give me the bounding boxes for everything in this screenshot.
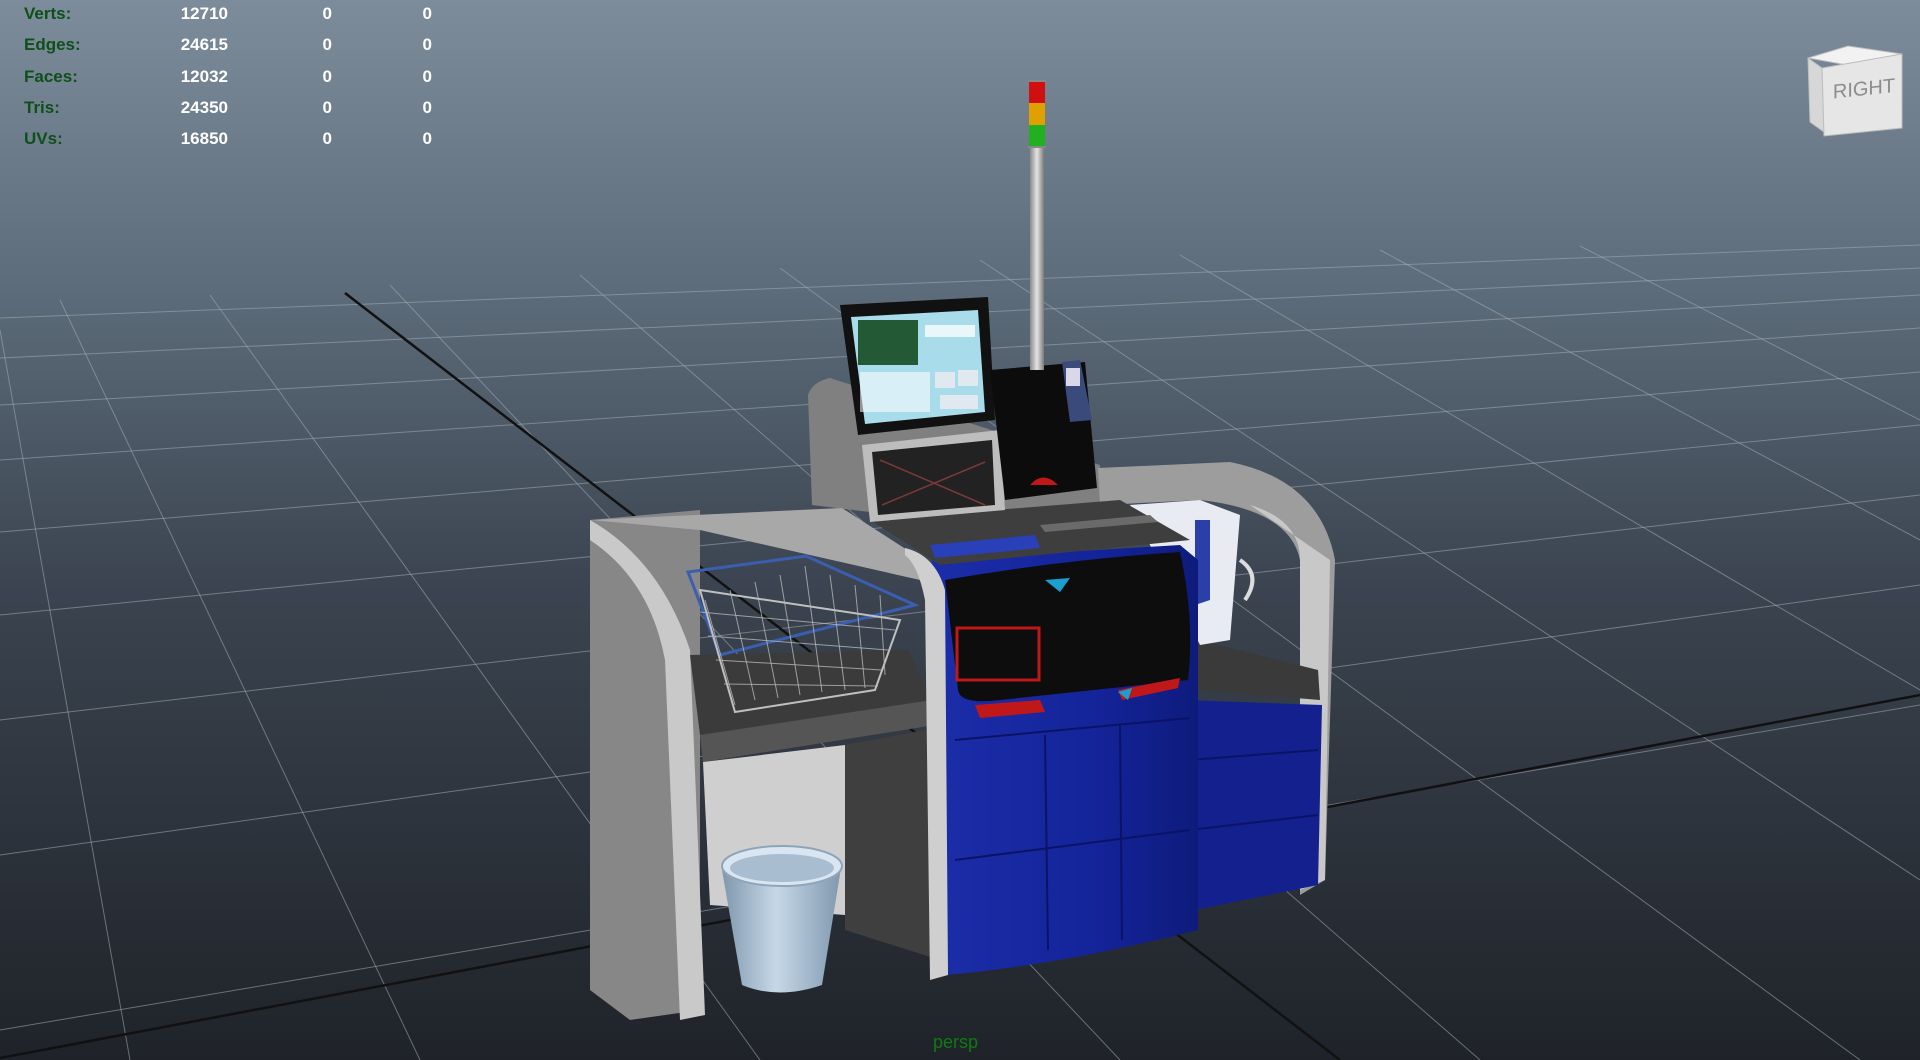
hud-selected-count: 0	[322, 35, 332, 55]
scene-view[interactable]	[0, 0, 1920, 1060]
hud-value: 12710	[180, 4, 228, 23]
status-light-pole	[1028, 80, 1046, 370]
checkout-kiosk-model[interactable]	[590, 80, 1335, 1020]
hud-label: Faces:	[24, 66, 78, 86]
hud-component-count: 0	[422, 129, 432, 149]
hud-component-count: 0	[422, 97, 432, 117]
hud-label: Verts:	[24, 4, 72, 23]
hud-label: Tris:	[24, 97, 60, 117]
hud-component-count: 0	[422, 66, 432, 86]
waste-bin	[721, 845, 843, 993]
card-terminal	[990, 360, 1097, 500]
hud-label: UVs:	[24, 129, 63, 149]
hud-value: 12032	[180, 66, 228, 86]
hud-value: 16850	[180, 129, 228, 149]
hud-component-count: 0	[422, 4, 432, 23]
hud-label: Edges:	[24, 35, 81, 55]
right-cabinet	[1185, 700, 1322, 912]
hud-selected-count: 0	[322, 129, 332, 149]
view-cube[interactable]: RIGHT	[1800, 40, 1910, 150]
hud-component-count: 0	[422, 35, 432, 55]
touch-screen[interactable]	[840, 297, 995, 435]
camera-name-label: persp	[933, 1032, 979, 1052]
hud-selected-count: 0	[322, 66, 332, 86]
hud-value: 24350	[180, 97, 228, 117]
hud-value: 24615	[180, 35, 228, 55]
viewport-3d[interactable]: Verts: 12710 0 0 Edges: 24615 0 0 Faces:…	[0, 0, 1920, 1060]
hud-selected-count: 0	[322, 4, 332, 23]
hud-selected-count: 0	[322, 97, 332, 117]
